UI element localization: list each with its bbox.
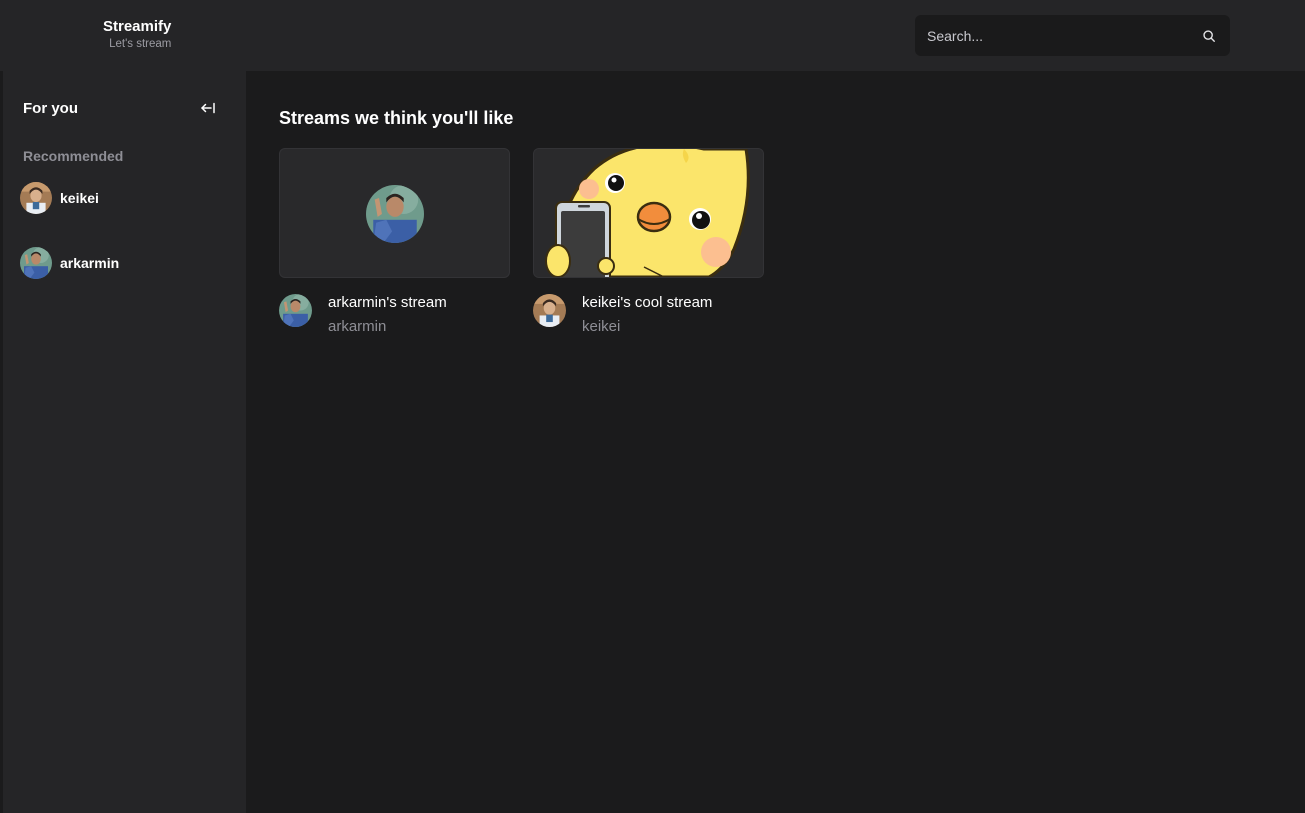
avatar	[20, 247, 52, 279]
stream-card-keikei[interactable]: keikei's cool stream keikei	[533, 148, 764, 342]
app-name: Streamify	[103, 18, 172, 35]
avatar	[366, 185, 424, 243]
stream-username[interactable]: keikei	[582, 318, 620, 335]
section-title: Streams we think you'll like	[279, 108, 514, 128]
sidebar: For you Recommended keikei arkarmin	[0, 71, 246, 813]
search-button[interactable]	[1196, 23, 1222, 49]
sidebar-heading: For you	[23, 100, 78, 117]
stream-info: keikei's cool stream keikei	[533, 294, 764, 342]
search-input[interactable]	[915, 15, 1195, 56]
recommended-label: Recommended	[23, 148, 124, 164]
top-navbar: Streamify Let's stream	[0, 0, 1305, 71]
avatar[interactable]	[279, 294, 312, 327]
sidebar-item-arkarmin[interactable]: arkarmin	[20, 246, 220, 280]
collapse-sidebar-button[interactable]	[197, 99, 219, 117]
search-bar	[915, 15, 1230, 56]
search-icon	[1203, 30, 1215, 42]
avatar	[20, 182, 52, 214]
stream-thumbnail[interactable]	[279, 148, 510, 278]
avatar[interactable]	[533, 294, 566, 327]
logo[interactable]: Streamify Let's stream	[103, 19, 171, 50]
stream-title[interactable]: keikei's cool stream	[582, 294, 712, 311]
stream-title[interactable]: arkarmin's stream	[328, 294, 447, 311]
stream-username[interactable]: arkarmin	[328, 318, 386, 335]
app-tagline: Let's stream	[109, 38, 172, 50]
stream-card-arkarmin[interactable]: arkarmin's stream arkarmin	[279, 148, 510, 342]
stream-thumbnail[interactable]	[533, 148, 764, 278]
stream-info: arkarmin's stream arkarmin	[279, 294, 510, 342]
sidebar-item-label: arkarmin	[60, 255, 120, 271]
sidebar-item-label: keikei	[60, 190, 99, 206]
sidebar-item-keikei[interactable]: keikei	[20, 181, 220, 215]
yellow-duck-thumbnail-image	[534, 149, 763, 277]
arrow-left-to-line-icon	[201, 102, 215, 114]
